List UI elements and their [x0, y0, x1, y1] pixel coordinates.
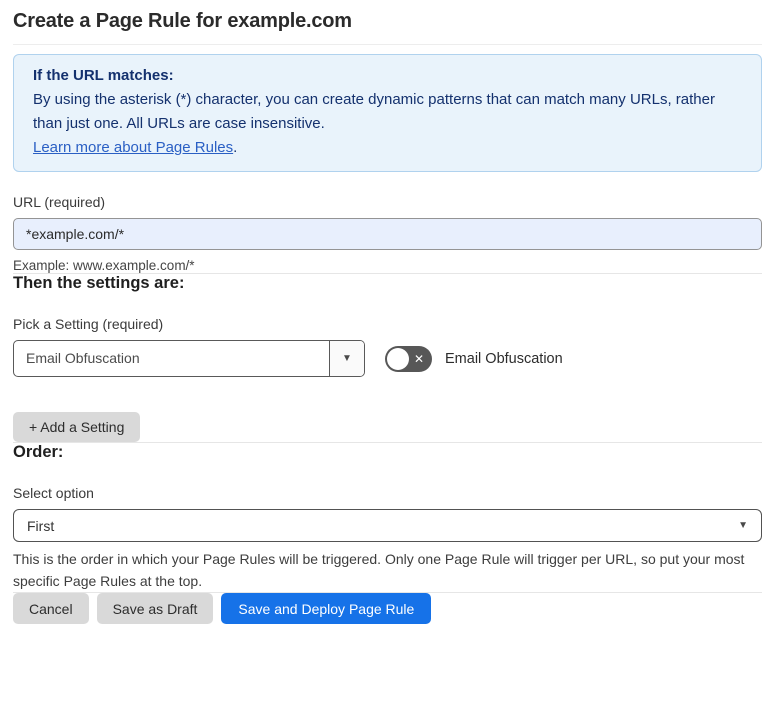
link-period: .	[233, 139, 238, 156]
info-box-heading: If the URL matches:	[33, 67, 174, 84]
select-arrow-icon: ▼	[738, 520, 748, 531]
setting-row: Email Obfuscation ▼ ✕ Email Obfuscation	[13, 340, 762, 377]
email-obfuscation-toggle[interactable]: ✕	[385, 345, 432, 372]
order-select-value: First	[27, 517, 55, 534]
setting-dropdown[interactable]: Email Obfuscation ▼	[13, 340, 365, 377]
settings-section-heading: Then the settings are:	[13, 274, 185, 292]
order-helper-text: This is the order in which your Page Rul…	[13, 551, 745, 589]
cancel-button[interactable]: Cancel	[13, 593, 89, 624]
toggle-knob	[387, 347, 409, 370]
setting-dropdown-value: Email Obfuscation	[26, 350, 140, 366]
url-example-helper: Example: www.example.com/*	[13, 258, 195, 273]
toggle-label: Email Obfuscation	[445, 350, 563, 367]
title-divider	[13, 44, 762, 45]
create-page-rule-form: Create a Page Rule for example.com If th…	[0, 0, 775, 640]
order-select-label: Select option	[13, 485, 94, 501]
url-label: URL (required)	[13, 194, 106, 210]
save-draft-button[interactable]: Save as Draft	[96, 593, 214, 624]
pick-setting-label: Pick a Setting (required)	[13, 316, 164, 332]
url-input[interactable]	[13, 218, 762, 250]
chevron-down-icon: ▼	[342, 353, 352, 364]
footer-actions: Cancel Save as Draft Save and Deploy Pag…	[13, 593, 762, 624]
learn-more-link[interactable]: Learn more about Page Rules	[33, 139, 233, 156]
order-select[interactable]: First ▼	[13, 509, 762, 542]
order-section-heading: Order:	[13, 443, 64, 461]
page-title: Create a Page Rule for example.com	[13, 10, 352, 32]
dropdown-arrow-button[interactable]: ▼	[329, 341, 364, 376]
toggle-off-x-icon: ✕	[414, 351, 425, 366]
add-setting-button[interactable]: + Add a Setting	[13, 412, 141, 442]
toggle-group: ✕ Email Obfuscation	[385, 345, 563, 372]
info-box-body: By using the asterisk (*) character, you…	[33, 91, 715, 132]
url-match-info-box: If the URL matches: By using the asteris…	[13, 54, 762, 172]
save-deploy-button[interactable]: Save and Deploy Page Rule	[221, 593, 432, 624]
info-box-link-line: Learn more about Page Rules.	[33, 136, 742, 160]
